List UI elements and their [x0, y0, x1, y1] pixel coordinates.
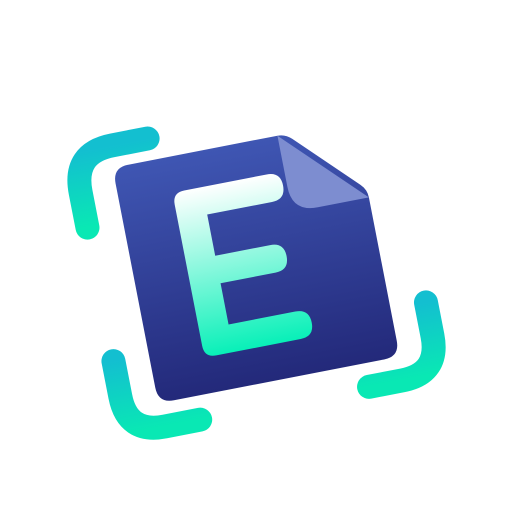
- app-icon: [0, 0, 512, 512]
- document-scan-icon: [67, 126, 446, 440]
